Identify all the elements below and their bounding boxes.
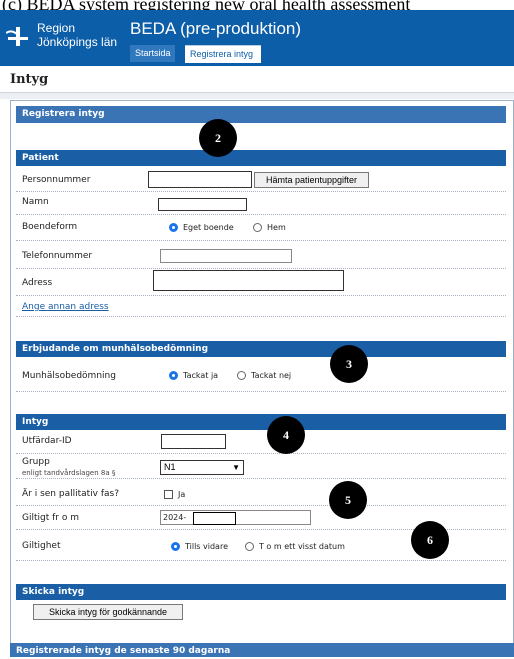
tackat-nej-radio[interactable]	[237, 371, 246, 380]
tab-startsida[interactable]: Startsida	[130, 45, 175, 62]
palliativ-checkbox[interactable]	[164, 490, 173, 499]
section-offer-header: Erbjudande om munhälsobedömning	[16, 341, 506, 357]
munhalso-label: Munhälsobedömning	[22, 371, 116, 381]
section-intyg-header: Intyg	[16, 414, 506, 430]
fetch-patient-button[interactable]: Hämta patientuppgifter	[254, 172, 369, 188]
tom-datum-label: T o m ett visst datum	[259, 542, 345, 551]
boendeform-hem-label: Hem	[267, 223, 286, 232]
other-address-link[interactable]: Ange annan adress	[22, 302, 109, 312]
row-divider	[16, 240, 506, 241]
grupp-label: Grupp	[22, 457, 50, 467]
boendeform-eget-radio[interactable]	[169, 223, 178, 232]
palliativ-label: Är i sen pallitativ fas?	[22, 489, 120, 499]
row-divider	[16, 191, 506, 192]
grupp-select[interactable]: N1 ▼	[160, 460, 244, 475]
tackat-ja-radio[interactable]	[169, 371, 178, 380]
personnummer-input[interactable]	[148, 171, 252, 188]
boendeform-eget-label: Eget boende	[183, 223, 234, 232]
telefon-input[interactable]	[160, 249, 292, 263]
giltigt-date-value: 2024-	[163, 513, 187, 522]
brand-name-line2: Jönköpings län	[37, 35, 118, 49]
step-marker-5: 5	[329, 481, 367, 519]
region-logo-icon	[6, 27, 28, 46]
row-divider	[16, 214, 506, 215]
chevron-down-icon: ▼	[232, 463, 240, 472]
step-marker-6: 6	[411, 521, 449, 559]
giltigt-label: Giltigt fr o m	[22, 513, 79, 523]
panel-header: Registrera intyg	[16, 106, 506, 123]
giltigt-date-input[interactable]: 2024-	[160, 510, 311, 525]
adress-label: Adress	[22, 278, 53, 288]
send-intyg-button[interactable]: Skicka intyg för godkännande	[33, 604, 183, 620]
app-title: BEDA (pre-produktion)	[130, 19, 302, 38]
row-divider	[16, 268, 506, 269]
step-marker-3: 3	[330, 345, 368, 383]
palliativ-ja-label: Ja	[178, 490, 186, 499]
tackat-ja-label: Tackat ja	[183, 371, 219, 380]
boendeform-label: Boendeform	[22, 222, 78, 232]
utfardar-label: Utfärdar-ID	[22, 436, 72, 446]
title-divider	[0, 92, 514, 99]
redacted-box	[193, 512, 236, 525]
page-title: Intyg	[10, 72, 49, 87]
row-divider	[16, 505, 506, 506]
grupp-select-value: N1	[164, 462, 176, 472]
giltighet-label: Giltighet	[22, 541, 61, 551]
tills-vidare-label: Tills vidare	[185, 542, 228, 551]
tills-vidare-radio[interactable]	[171, 542, 180, 551]
namn-input[interactable]	[158, 198, 247, 211]
boendeform-hem-radio[interactable]	[253, 223, 262, 232]
utfardar-input[interactable]	[161, 434, 226, 449]
row-divider	[16, 391, 506, 392]
section-send-header: Skicka intyg	[16, 584, 506, 600]
personnummer-label: Personnummer	[22, 175, 91, 185]
row-divider	[16, 295, 506, 296]
telefon-label: Telefonnummer	[22, 251, 93, 261]
tab-registrera-intyg[interactable]: Registrera intyg	[185, 45, 261, 63]
tackat-nej-label: Tackat nej	[251, 371, 292, 380]
step-marker-4: 4	[267, 416, 305, 454]
brand-name-line1: Region	[37, 21, 76, 35]
grupp-sublabel: enligt tandvårdslagen 8a §	[22, 469, 116, 477]
adress-input[interactable]	[153, 270, 344, 291]
section-patient-header: Patient	[16, 150, 506, 166]
row-divider	[16, 560, 506, 561]
recent-intyg-header: Registrerade intyg de senaste 90 dagarna	[10, 643, 514, 657]
step-marker-2: 2	[199, 119, 237, 157]
row-divider	[16, 478, 506, 479]
namn-label: Namn	[22, 197, 49, 207]
row-divider	[16, 316, 506, 317]
row-divider	[16, 453, 506, 454]
tom-datum-radio[interactable]	[245, 542, 254, 551]
